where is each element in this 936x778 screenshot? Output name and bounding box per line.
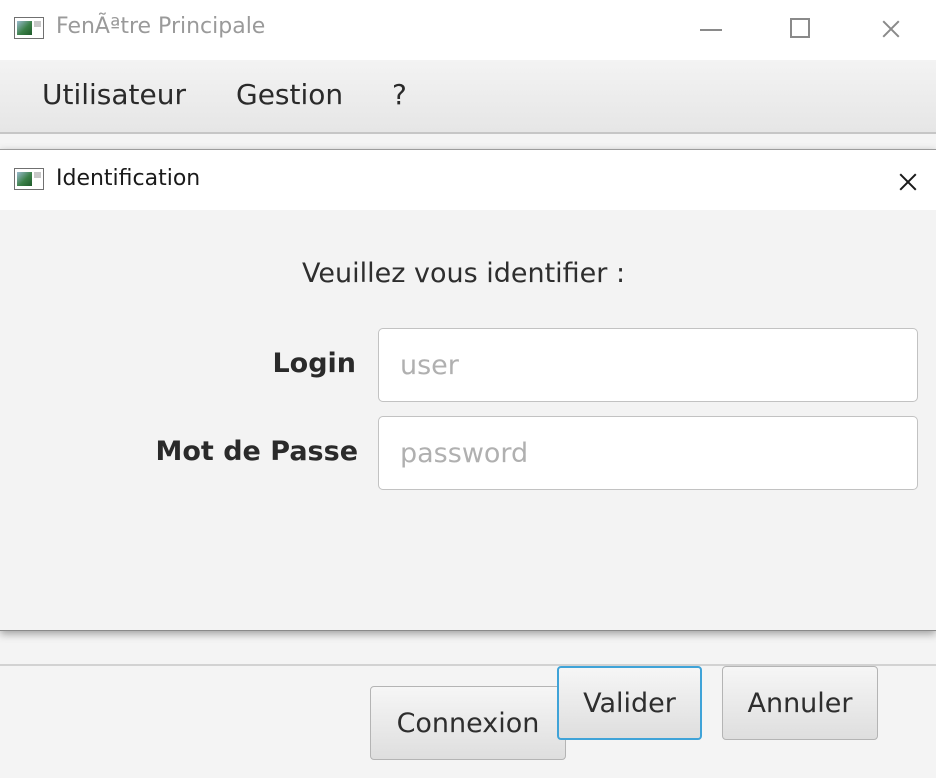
minimize-button[interactable] [666,0,756,60]
minimize-icon [700,29,722,31]
connexion-button[interactable]: Connexion [370,686,566,760]
identify-prompt: Veuillez vous identifier : [302,258,626,289]
main-window-titlebar: FenÃªtre Principale [0,0,936,60]
menu-help[interactable]: ? [392,78,407,111]
close-icon [897,171,919,193]
maximize-button[interactable] [756,0,846,60]
dialog-title: Identification [56,166,201,191]
main-window-title: FenÃªtre Principale [56,14,266,39]
menu-bar: Utilisateur Gestion ? [0,60,936,134]
page: FenÃªtre Principale Utilisateur Gestion … [0,0,936,778]
main-close-button[interactable] [846,0,936,60]
password-label: Mot de Passe [155,436,359,467]
maximize-icon [790,18,810,38]
login-input[interactable] [378,328,918,402]
identification-dialog: Identification Veuillez vous identifier … [0,149,936,740]
dialog-window-icon [14,168,44,190]
app-window-icon [14,17,44,39]
valider-button[interactable]: Valider [557,666,702,740]
password-input[interactable] [378,416,918,490]
login-label: Login [272,348,356,379]
close-icon [880,18,902,40]
annuler-button[interactable]: Annuler [722,666,878,740]
dialog-titlebar: Identification [0,150,936,210]
dialog-close-button[interactable] [880,156,936,208]
menu-gestion[interactable]: Gestion [236,78,343,111]
menu-utilisateur[interactable]: Utilisateur [42,78,186,111]
